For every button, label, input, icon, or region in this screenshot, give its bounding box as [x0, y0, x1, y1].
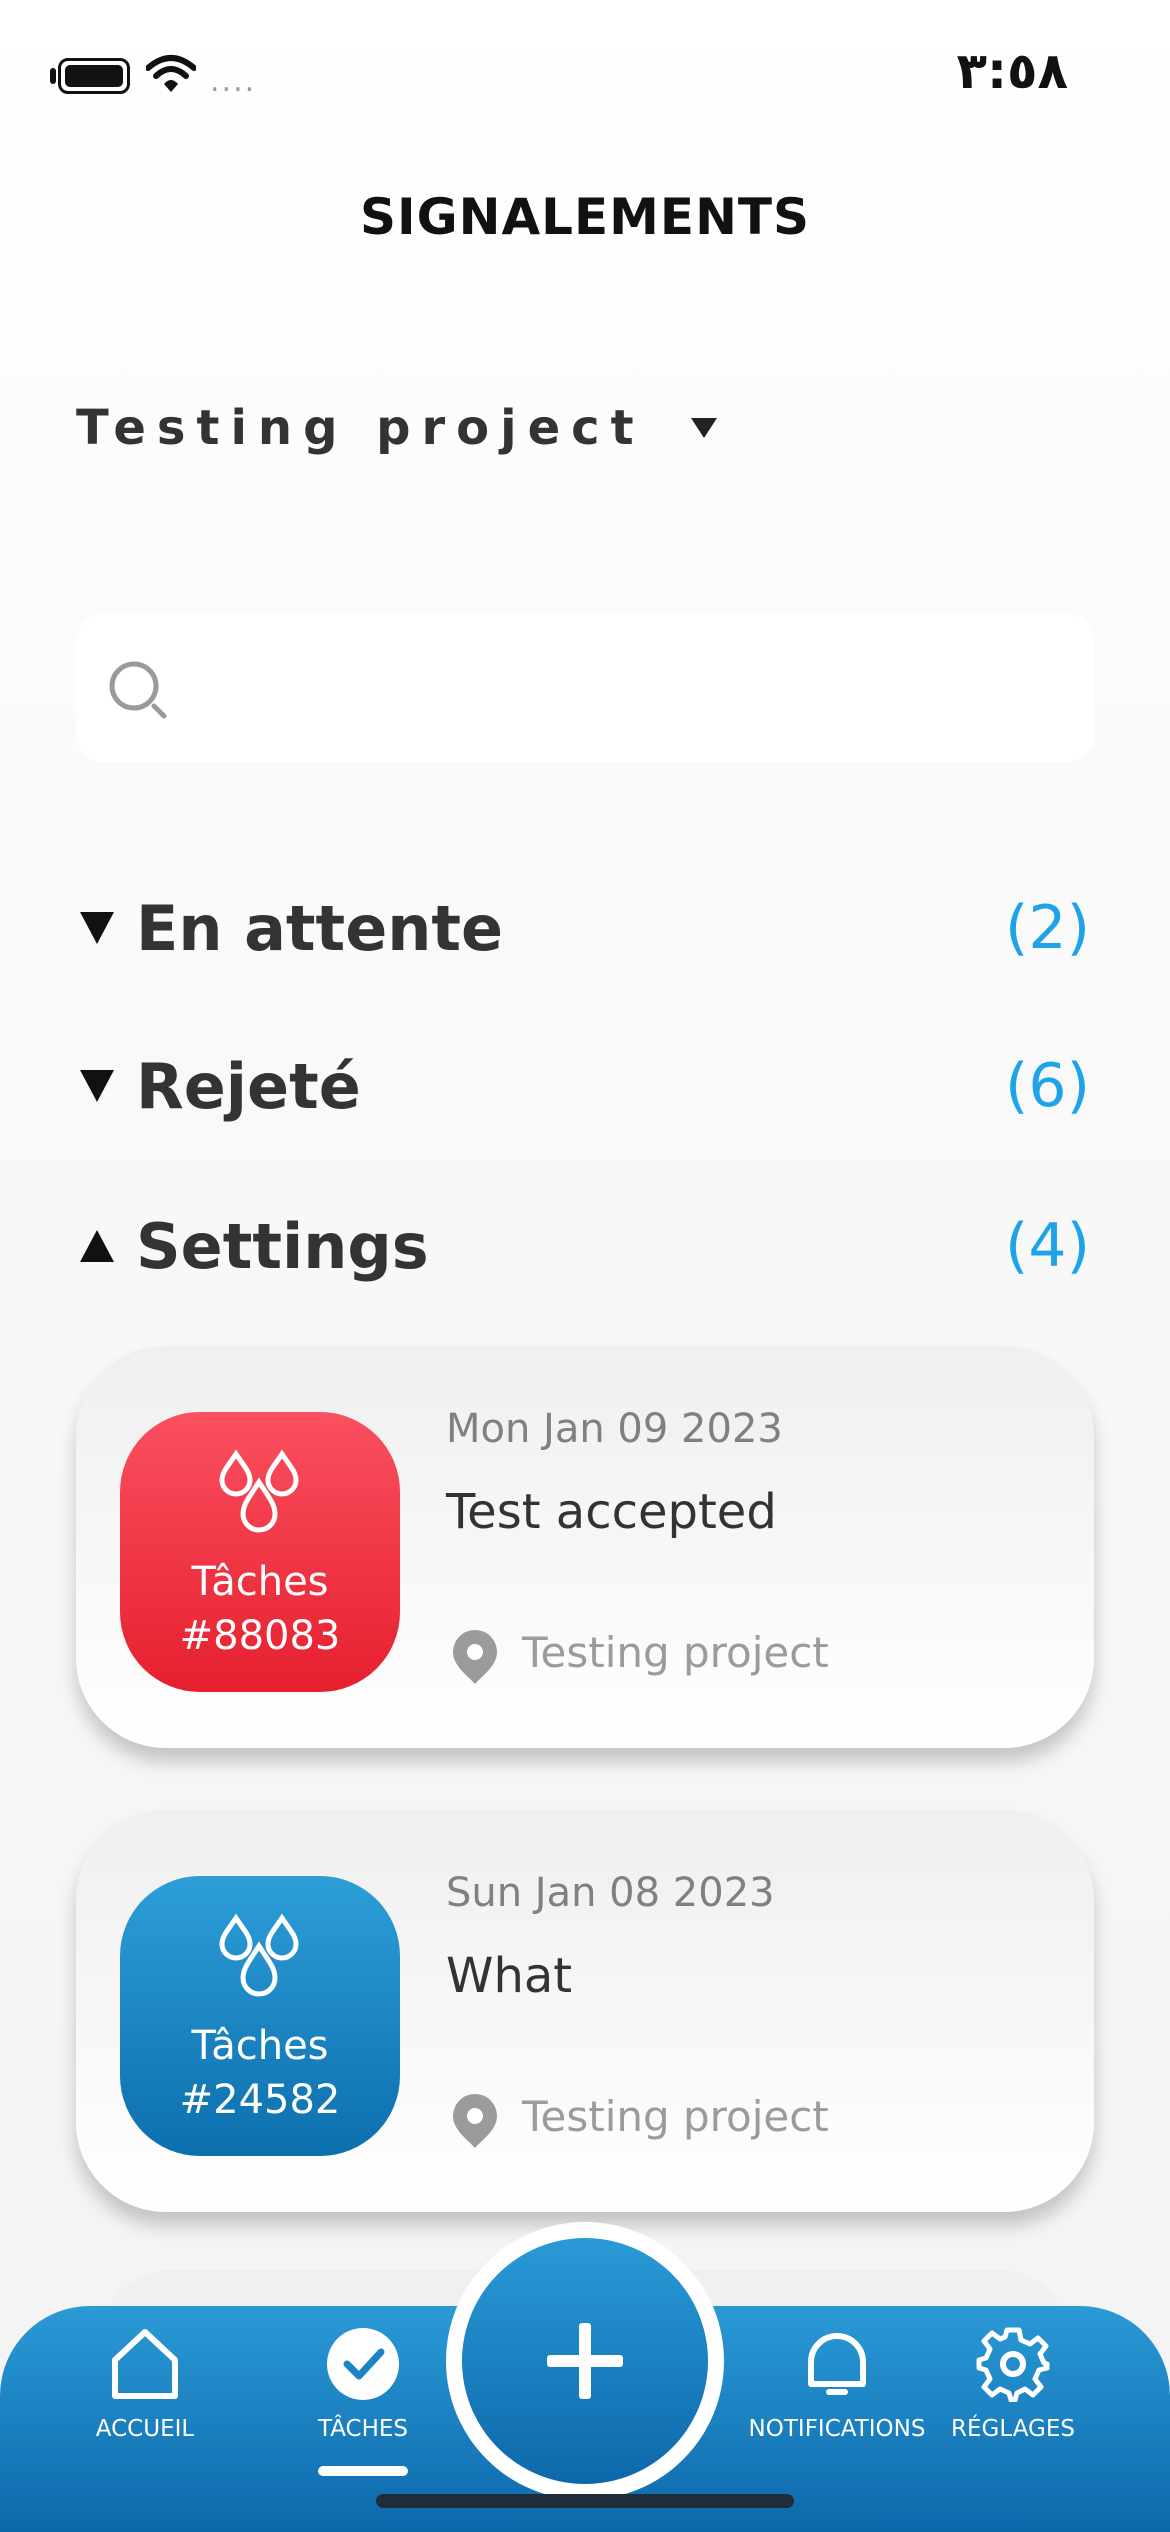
home-indicator	[376, 2494, 794, 2508]
section-rejete[interactable]: Rejeté (6)	[80, 1036, 1090, 1136]
add-button[interactable]	[462, 2238, 708, 2484]
task-badge: Tâches #88083	[120, 1412, 400, 1692]
badge-label: Tâches	[191, 2023, 329, 2069]
gear-icon	[976, 2327, 1050, 2402]
check-circle-icon	[327, 2328, 399, 2400]
nav-item-taches[interactable]: TÂCHES	[305, 2326, 421, 2442]
section-count: (2)	[1005, 893, 1090, 963]
section-count: (6)	[1005, 1051, 1090, 1121]
card-title: What	[446, 1948, 573, 2004]
badge-number: #24582	[179, 2077, 341, 2123]
page-title: SIGNALEMENTS	[359, 188, 811, 246]
section-count: (4)	[1005, 1211, 1090, 1281]
plus-icon	[547, 2323, 623, 2399]
caret-down-icon	[690, 418, 717, 438]
triangle-down-icon	[80, 912, 114, 944]
card-location: Testing project	[522, 2092, 829, 2141]
project-selector[interactable]: Testing project	[76, 400, 717, 456]
project-selector-label: Testing project	[76, 400, 645, 456]
search-input[interactable]	[76, 614, 1094, 762]
cellular-signal-dots: ....	[210, 64, 257, 99]
task-card[interactable]: Tâches #88083 Mon Jan 09 2023 Test accep…	[76, 1346, 1094, 1748]
status-time: ٣:٥٨	[956, 42, 1068, 100]
section-title: Settings	[136, 1209, 429, 1283]
triangle-up-icon	[80, 1230, 114, 1262]
nav-label: ACCUEIL	[95, 2416, 195, 2442]
water-drops-icon	[219, 1449, 299, 1533]
nav-item-reglages[interactable]: RÉGLAGES	[950, 2326, 1076, 2442]
task-card[interactable]: Tâches #24582 Sun Jan 08 2023 What Testi…	[76, 1810, 1094, 2212]
badge-number: #88083	[179, 1613, 341, 1659]
water-drops-icon	[219, 1913, 299, 1997]
bell-icon	[808, 2333, 866, 2395]
badge-label: Tâches	[191, 1559, 329, 1605]
triangle-down-icon	[80, 1070, 114, 1102]
status-bar: .... ٣:٥٨	[0, 0, 1170, 150]
location-pin-icon	[453, 1630, 497, 1684]
nav-item-notifications[interactable]: NOTIFICATIONS	[748, 2326, 926, 2442]
nav-item-accueil[interactable]: ACCUEIL	[90, 2326, 200, 2442]
location-pin-icon	[453, 2094, 497, 2148]
section-en-attente[interactable]: En attente (2)	[80, 878, 1090, 978]
nav-label: RÉGLAGES	[951, 2416, 1075, 2442]
battery-nub	[50, 68, 56, 84]
card-date: Sun Jan 08 2023	[446, 1870, 775, 1916]
battery-icon	[58, 58, 130, 94]
nav-label: TÂCHES	[317, 2416, 409, 2442]
card-date: Mon Jan 09 2023	[446, 1406, 783, 1452]
section-title: Rejeté	[136, 1049, 361, 1123]
section-settings[interactable]: Settings (4)	[80, 1196, 1090, 1296]
active-tab-indicator	[318, 2466, 408, 2476]
home-icon	[112, 2329, 178, 2399]
task-badge: Tâches #24582	[120, 1876, 400, 2156]
nav-label: NOTIFICATIONS	[748, 2416, 926, 2442]
card-title: Test accepted	[446, 1484, 777, 1540]
search-icon	[109, 661, 167, 719]
card-location: Testing project	[522, 1628, 829, 1677]
section-title: En attente	[136, 891, 504, 965]
wifi-icon	[146, 55, 196, 92]
